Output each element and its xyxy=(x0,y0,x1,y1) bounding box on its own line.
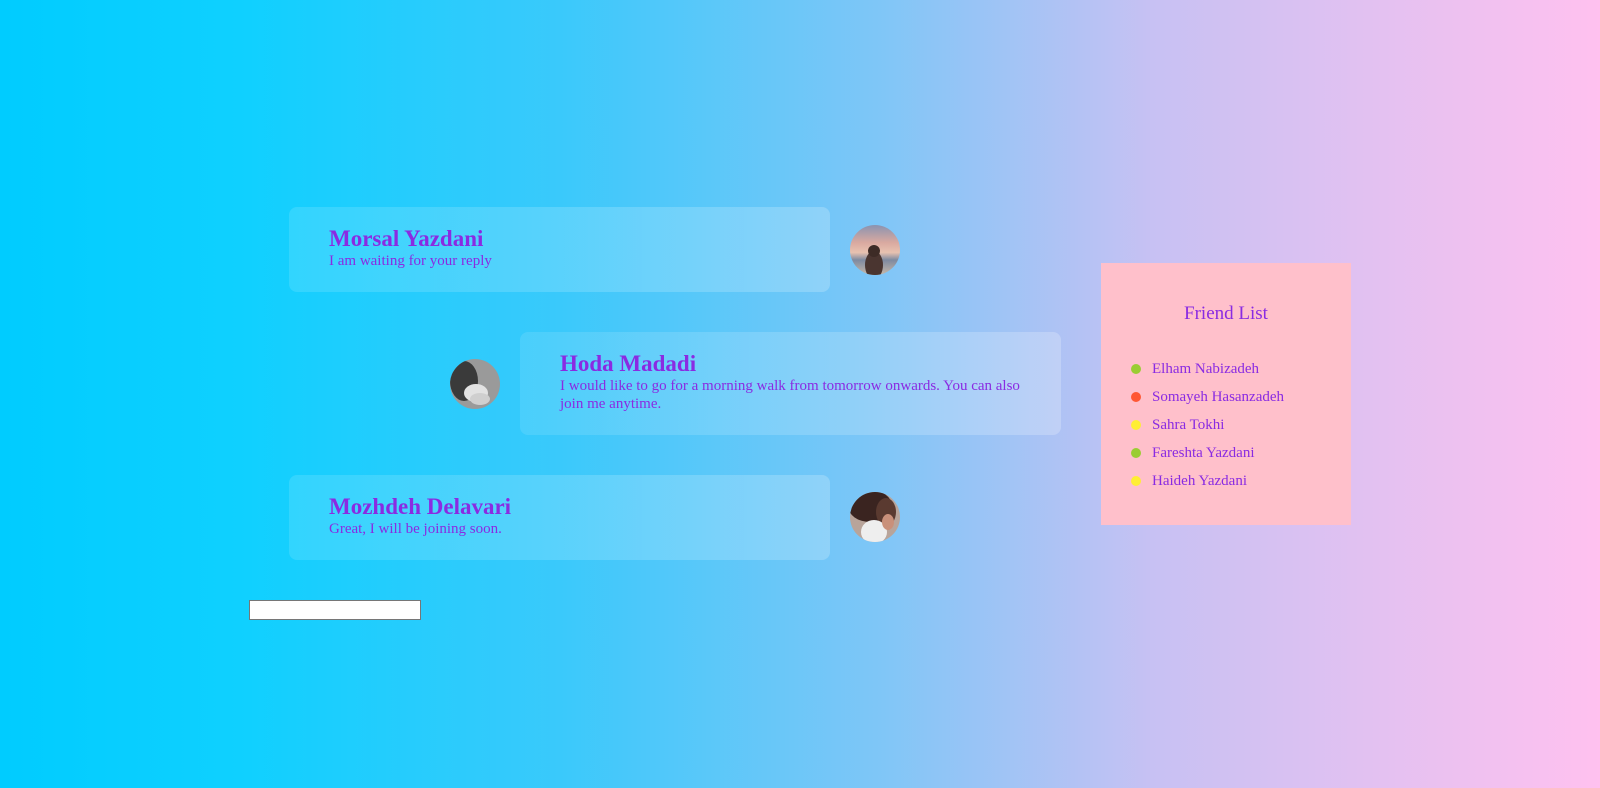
friend-list-panel: Friend List Elham Nabizadeh Somayeh Hasa… xyxy=(1101,263,1351,525)
chat-message-1: Morsal Yazdani I am waiting for your rep… xyxy=(289,207,830,292)
friend-name: Elham Nabizadeh xyxy=(1152,360,1260,377)
friend-item-fareshta-yazdani[interactable]: Fareshta Yazdani xyxy=(1131,439,1351,467)
message-text: I am waiting for your reply xyxy=(329,253,492,269)
friend-name: Somayeh Hasanzadeh xyxy=(1152,388,1285,405)
message-text: Great, I will be joining soon. xyxy=(329,521,502,537)
friend-name: Haideh Yazdani xyxy=(1152,472,1247,489)
message-sender-name: Hoda Madadi xyxy=(560,351,697,376)
message-sender-name: Mozhdeh Delavari xyxy=(329,494,512,519)
message-sender-name: Morsal Yazdani xyxy=(329,226,484,251)
friend-list: Elham Nabizadeh Somayeh Hasanzadeh Sahra… xyxy=(1101,355,1351,495)
status-dot-icon xyxy=(1131,364,1141,374)
friend-item-sahra-tokhi[interactable]: Sahra Tokhi xyxy=(1131,411,1351,439)
friend-item-elham-nabizadeh[interactable]: Elham Nabizadeh xyxy=(1131,355,1351,383)
avatar-photo-icon xyxy=(850,492,900,542)
friend-name: Fareshta Yazdani xyxy=(1152,444,1255,461)
avatar-photo-icon xyxy=(850,225,900,275)
avatar xyxy=(450,359,500,409)
friend-name: Sahra Tokhi xyxy=(1152,416,1225,433)
avatar xyxy=(850,492,900,542)
status-dot-icon xyxy=(1131,392,1141,402)
status-dot-icon xyxy=(1131,476,1141,486)
message-text: I would like to go for a morning walk fr… xyxy=(560,378,1020,412)
status-dot-icon xyxy=(1131,448,1141,458)
avatar xyxy=(850,225,900,275)
message-input[interactable] xyxy=(249,600,421,620)
avatar-photo-icon xyxy=(450,359,500,409)
friend-item-somayeh-hasanzadeh[interactable]: Somayeh Hasanzadeh xyxy=(1131,383,1351,411)
friend-item-haideh-yazdani[interactable]: Haideh Yazdani xyxy=(1131,467,1351,495)
chat-message-3: Mozhdeh Delavari Great, I will be joinin… xyxy=(289,475,830,560)
status-dot-icon xyxy=(1131,420,1141,430)
chat-message-2: Hoda Madadi I would like to go for a mor… xyxy=(520,332,1061,435)
friend-list-title: Friend List xyxy=(1184,303,1268,324)
